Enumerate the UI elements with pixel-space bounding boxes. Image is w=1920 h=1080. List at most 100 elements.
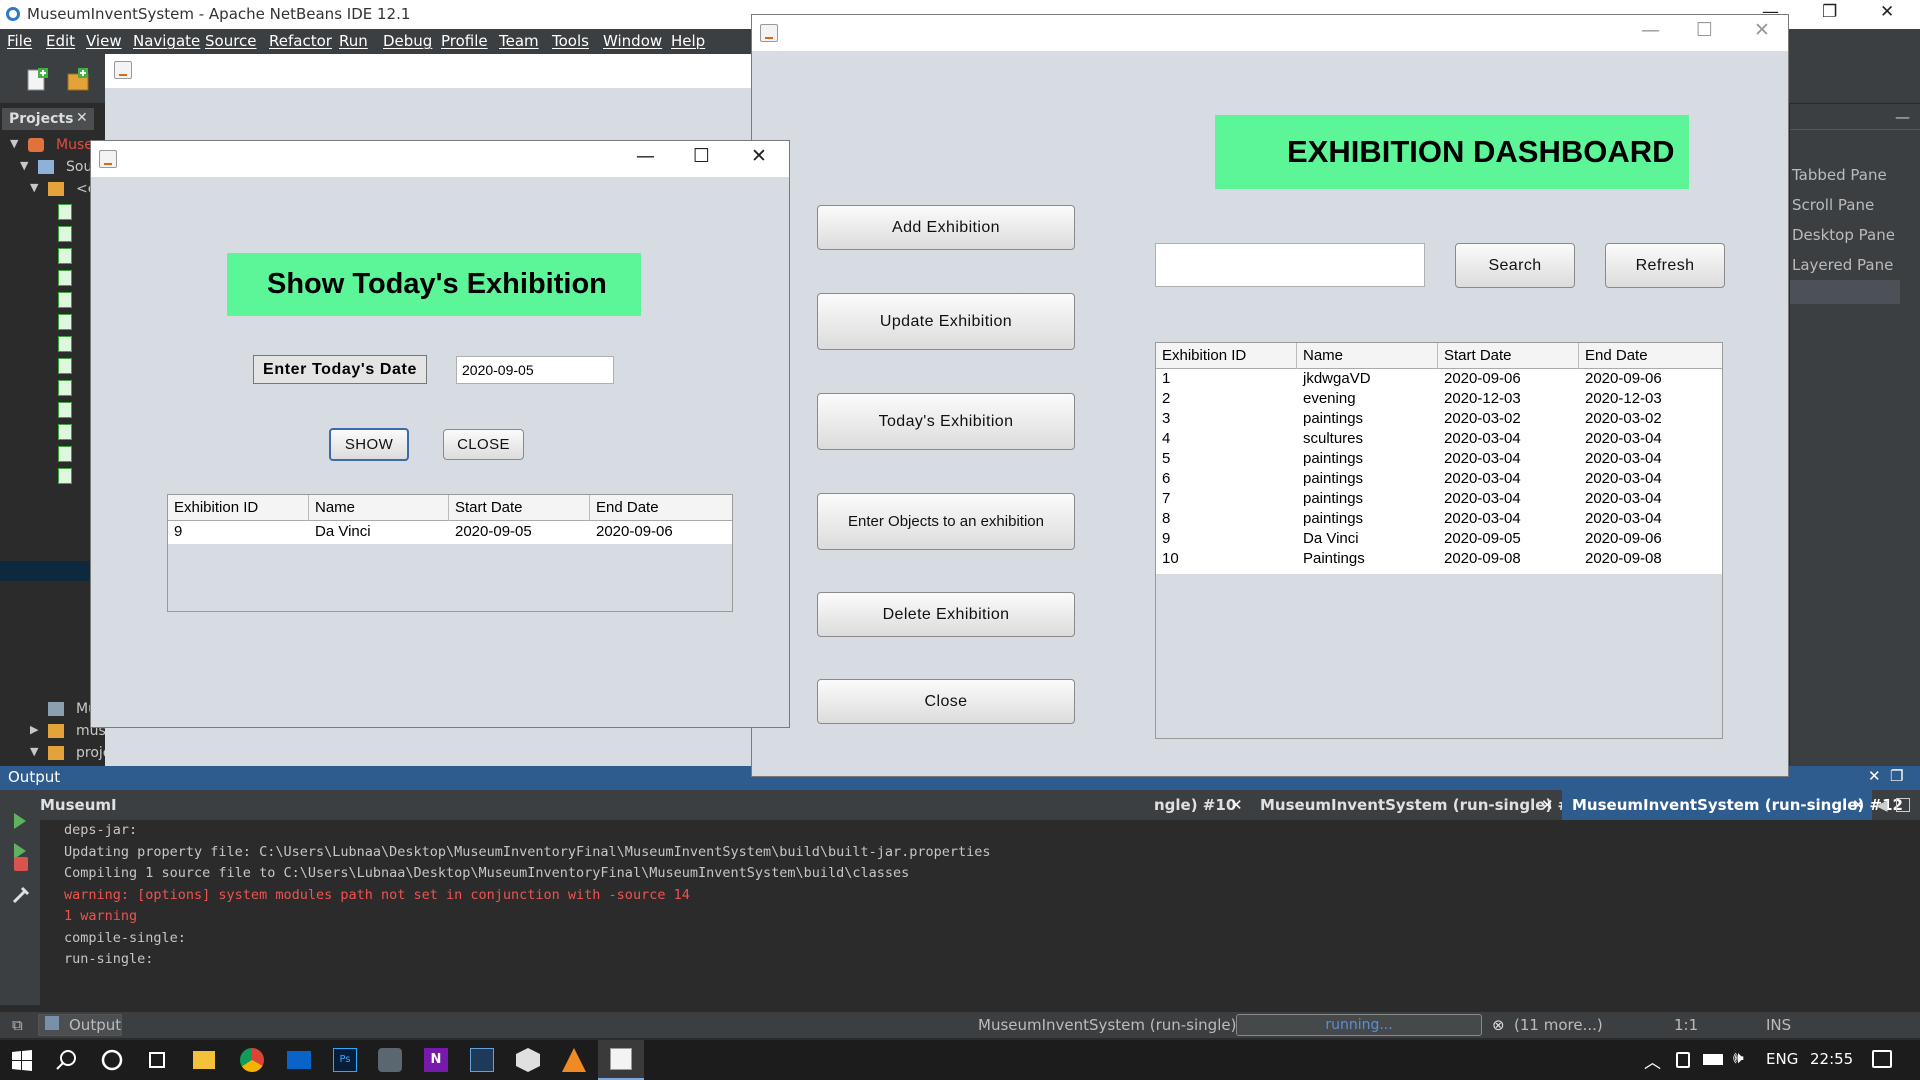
java-file-icon[interactable]: [58, 270, 72, 286]
search-icon[interactable]: [55, 1048, 79, 1072]
onenote-icon[interactable]: N: [424, 1048, 448, 1072]
projects-tab[interactable]: Projects ✕: [2, 108, 94, 130]
java-file-icon[interactable]: [58, 380, 72, 396]
exhibition-table[interactable]: Exhibition ID Name Start Date End Date 1…: [1155, 342, 1723, 739]
stop-icon[interactable]: [14, 857, 28, 871]
language-indicator[interactable]: ENG: [1766, 1050, 1798, 1068]
app-icon[interactable]: [378, 1048, 402, 1072]
scroll-left-icon[interactable]: ◀: [1876, 796, 1888, 814]
palette-item-layered-pane[interactable]: Layered Pane: [1792, 256, 1893, 274]
battery-icon[interactable]: [1703, 1054, 1723, 1065]
java-file-icon[interactable]: [58, 226, 72, 242]
netbeans-taskbar-icon[interactable]: [470, 1048, 494, 1072]
search-input[interactable]: [1155, 243, 1425, 287]
tree-item-proje[interactable]: ▼ proje: [0, 742, 111, 764]
windows-start-icon[interactable]: [10, 1048, 34, 1072]
output-console[interactable]: deps-jar: Updating property file: C:\Use…: [40, 820, 1900, 1005]
menu-view[interactable]: View: [86, 32, 122, 50]
minimize-panel-icon[interactable]: —: [1895, 108, 1910, 126]
ide-restore-icon[interactable]: ❐: [1822, 2, 1837, 22]
photoshop-icon[interactable]: Ps: [333, 1048, 357, 1072]
rerun-icon[interactable]: [10, 810, 32, 832]
device-icon[interactable]: [1676, 1052, 1690, 1068]
maximize-icon[interactable]: ☐: [1696, 19, 1713, 41]
new-file-icon[interactable]: [24, 66, 50, 92]
minimize-icon[interactable]: —: [1641, 19, 1660, 41]
column-header[interactable]: Exhibition ID: [1156, 347, 1246, 364]
palette-item-desktop-pane[interactable]: Desktop Pane: [1792, 226, 1895, 244]
java-file-icon[interactable]: [58, 314, 72, 330]
java-file-icon[interactable]: [58, 204, 72, 220]
restore-window-icon[interactable]: ⧉: [12, 1016, 23, 1034]
virtualbox-icon[interactable]: [516, 1048, 540, 1072]
cortana-icon[interactable]: [100, 1048, 124, 1072]
mail-icon[interactable]: [287, 1051, 311, 1069]
chrome-icon[interactable]: [240, 1048, 264, 1072]
menu-profile[interactable]: Profile: [441, 32, 488, 50]
table-row[interactable]: 3 paintings 2020-03-02 2020-03-02: [1156, 409, 1722, 429]
ide-close-icon[interactable]: ✕: [1880, 2, 1894, 22]
task-view-icon[interactable]: [145, 1048, 169, 1072]
java-file-icon[interactable]: [58, 248, 72, 264]
column-header[interactable]: Start Date: [1438, 347, 1512, 364]
settings-icon[interactable]: [10, 884, 32, 906]
close-button[interactable]: CLOSE: [443, 429, 524, 460]
output-button[interactable]: Output: [38, 1014, 122, 1036]
table-row[interactable]: 7 paintings 2020-03-04 2020-03-04: [1156, 489, 1722, 509]
today-table[interactable]: Exhibition ID Name Start Date End Date 9…: [167, 494, 733, 612]
menu-edit[interactable]: Edit: [46, 32, 75, 50]
volume-icon[interactable]: 🕪: [1733, 1048, 1744, 1068]
update-exhibition-button[interactable]: Update Exhibition: [817, 293, 1075, 350]
dashboard-close-button[interactable]: Close: [817, 679, 1075, 724]
column-header[interactable]: Name: [1297, 347, 1343, 364]
clock[interactable]: 22:55: [1810, 1050, 1853, 1068]
search-button[interactable]: Search: [1455, 243, 1575, 288]
new-project-icon[interactable]: [66, 66, 92, 92]
menu-source[interactable]: Source: [205, 32, 257, 50]
java-app-taskbar-button[interactable]: [598, 1040, 644, 1080]
menu-run[interactable]: Run: [339, 32, 368, 50]
date-input[interactable]: [456, 356, 614, 384]
column-header[interactable]: Start Date: [449, 499, 523, 516]
palette-item-scroll-pane[interactable]: Scroll Pane: [1792, 196, 1874, 214]
more-tasks-link[interactable]: (11 more...): [1514, 1016, 1603, 1034]
java-file-icon[interactable]: [58, 402, 72, 418]
todays-exhibition-button[interactable]: Today's Exhibition: [817, 393, 1075, 450]
close-icon[interactable]: ✕: [1754, 19, 1770, 41]
table-row[interactable]: 10 Paintings 2020-09-08 2020-09-08: [1156, 549, 1722, 569]
java-file-icon[interactable]: [58, 468, 72, 484]
table-row[interactable]: 1 jkdwgaVD 2020-09-06 2020-09-06: [1156, 369, 1722, 389]
java-file-icon[interactable]: [58, 336, 72, 352]
minimize-icon[interactable]: —: [636, 145, 655, 167]
task-progress-bar[interactable]: running...: [1236, 1014, 1482, 1036]
menu-navigate[interactable]: Navigate: [133, 32, 200, 50]
column-header[interactable]: End Date: [590, 499, 659, 516]
java-file-icon[interactable]: [58, 446, 72, 462]
palette-item-tabbed-pane[interactable]: Tabbed Pane: [1792, 166, 1887, 184]
java-file-icon[interactable]: [58, 424, 72, 440]
add-exhibition-button[interactable]: Add Exhibition: [817, 205, 1075, 250]
table-row[interactable]: 8 paintings 2020-03-04 2020-03-04: [1156, 509, 1722, 529]
output-tab-10[interactable]: ngle) #10: [1154, 796, 1236, 814]
refresh-button[interactable]: Refresh: [1605, 243, 1725, 288]
menu-team[interactable]: Team: [499, 32, 539, 50]
cancel-task-icon[interactable]: ⊗: [1492, 1016, 1505, 1034]
close-icon[interactable]: ✕: [76, 110, 88, 126]
menu-refactor[interactable]: Refactor: [269, 32, 332, 50]
table-row[interactable]: 9 Da Vinci 2020-09-05 2020-09-06: [1156, 529, 1722, 549]
menu-file[interactable]: File: [7, 32, 32, 50]
menu-window[interactable]: Window: [603, 32, 662, 50]
close-icon[interactable]: ✕: [751, 145, 767, 167]
column-header[interactable]: Exhibition ID: [168, 499, 258, 516]
file-explorer-icon[interactable]: [193, 1051, 215, 1069]
table-row[interactable]: 6 paintings 2020-03-04 2020-03-04: [1156, 469, 1722, 489]
table-row[interactable]: 5 paintings 2020-03-04 2020-03-04: [1156, 449, 1722, 469]
java-file-icon[interactable]: [58, 292, 72, 308]
table-row[interactable]: 2 evening 2020-12-03 2020-12-03: [1156, 389, 1722, 409]
show-button[interactable]: SHOW: [329, 428, 409, 461]
vlc-icon[interactable]: [562, 1048, 586, 1072]
maximize-panel-icon[interactable]: ❐: [1890, 767, 1903, 785]
menu-debug[interactable]: Debug: [383, 32, 432, 50]
table-row[interactable]: 9 Da Vinci 2020-09-05 2020-09-06: [168, 521, 732, 543]
table-row[interactable]: 4 scultures 2020-03-04 2020-03-04: [1156, 429, 1722, 449]
